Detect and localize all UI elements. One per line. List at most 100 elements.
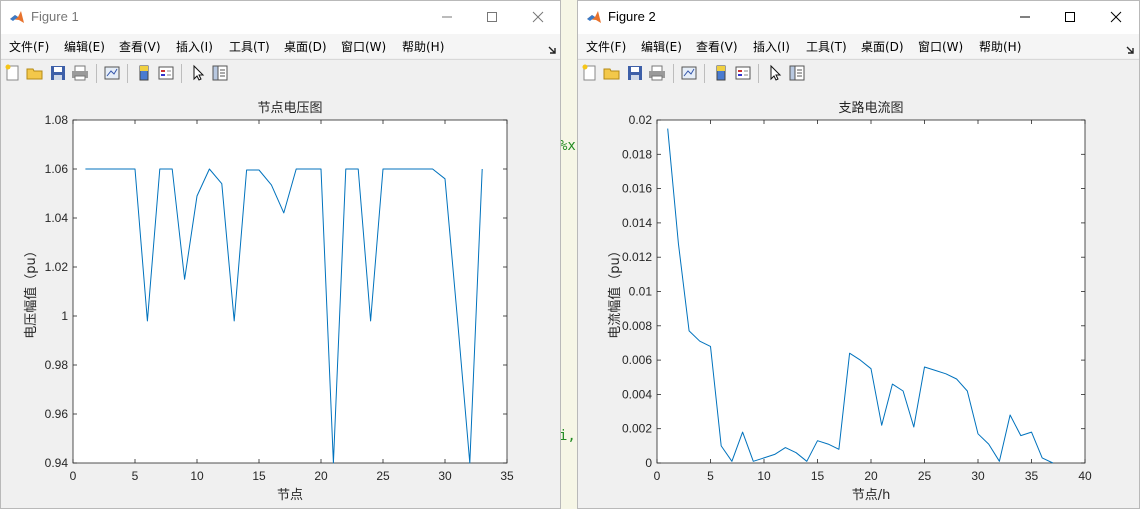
matlab-icon <box>9 9 25 25</box>
matlab-icon <box>586 9 602 25</box>
pointer-icon[interactable] <box>189 64 207 82</box>
x-tick-label: 25 <box>376 469 390 483</box>
figure-window[interactable]: Figure 1 文件(F) 编辑(E) 查看(V) 插入(I) 工具(T) 桌… <box>0 0 561 509</box>
background-code-fragment: i, <box>559 428 576 444</box>
save-icon[interactable] <box>49 64 67 82</box>
y-tick-label: 0.018 <box>622 147 652 161</box>
menu-view[interactable]: 查看(V) <box>119 38 161 55</box>
menu-edit[interactable]: 编辑(E) <box>641 38 682 55</box>
dock-arrow-icon[interactable] <box>548 40 558 54</box>
x-tick-label: 35 <box>500 469 514 483</box>
x-tick-label: 5 <box>132 469 139 483</box>
close-button[interactable] <box>1106 8 1126 26</box>
toolbar-separator <box>181 64 182 83</box>
save-icon[interactable] <box>626 64 644 82</box>
chart-title: 支路电流图 <box>838 100 903 116</box>
minimize-button[interactable] <box>1015 8 1035 26</box>
close-button[interactable] <box>528 8 548 26</box>
menu-insert[interactable]: 插入(I) <box>176 38 213 55</box>
y-tick-label: 0.012 <box>622 250 652 264</box>
menu-insert[interactable]: 插入(I) <box>753 38 790 55</box>
x-tick-label: 20 <box>314 469 328 483</box>
menu-tools[interactable]: 工具(T) <box>806 38 847 55</box>
x-tick-label: 30 <box>438 469 452 483</box>
chart-canvas[interactable]: 0 5 10 15 20 25 30 35 40 0 0.002 0.004 0.006 0.008 0.0… <box>578 88 1140 509</box>
property-inspector-icon[interactable] <box>788 64 806 82</box>
link-plot-icon[interactable] <box>680 64 698 82</box>
minimize-button[interactable] <box>437 8 457 26</box>
title-bar[interactable]: Figure 1 <box>1 1 560 34</box>
menu-file[interactable]: 文件(F) <box>586 38 626 55</box>
maximize-button[interactable] <box>482 8 502 26</box>
y-tick-label: 0.98 <box>45 358 69 372</box>
x-tick-label: 5 <box>707 469 714 483</box>
x-tick-label: 15 <box>252 469 266 483</box>
title-bar[interactable]: Figure 2 <box>578 1 1139 34</box>
y-tick-label: 1 <box>61 309 68 323</box>
open-file-icon[interactable] <box>603 64 621 82</box>
x-tick-label: 35 <box>1025 469 1039 483</box>
menu-help[interactable]: 帮助(H) <box>979 38 1021 55</box>
menu-help[interactable]: 帮助(H) <box>402 38 444 55</box>
new-figure-icon[interactable] <box>4 64 22 82</box>
property-inspector-icon[interactable] <box>211 64 229 82</box>
menu-view[interactable]: 查看(V) <box>696 38 738 55</box>
window-title: Figure 2 <box>608 9 656 24</box>
toolbar-separator <box>673 64 674 83</box>
toolbar-separator <box>96 64 97 83</box>
chart-title: 节点电压图 <box>257 101 322 116</box>
x-tick-label: 25 <box>918 469 932 483</box>
plot-area[interactable]: 0 5 10 15 20 25 30 35 40 0 0.002 0.004 0.006 0.008 0.0… <box>578 88 1139 508</box>
x-tick-label: 0 <box>70 469 77 483</box>
x-tick-label: 30 <box>971 469 985 483</box>
x-tick-label: 0 <box>654 469 661 483</box>
axes-box <box>656 119 1086 464</box>
y-axis-label: 电压幅值（pu） <box>23 244 39 339</box>
open-file-icon[interactable] <box>26 64 44 82</box>
menu-file[interactable]: 文件(F) <box>9 38 49 55</box>
colorbar-icon[interactable] <box>135 64 153 82</box>
window-title: Figure 1 <box>31 9 79 24</box>
plot-area[interactable]: 0 5 10 15 20 25 30 35 0.94 0.96 0.98 1 1.02 1.04 1.06 1… <box>1 88 560 508</box>
figure-toolbar <box>578 59 1139 89</box>
axes-box <box>72 119 508 464</box>
x-axis-label: 节点/h <box>852 488 891 503</box>
dock-arrow-icon[interactable] <box>1126 40 1136 54</box>
maximize-button[interactable] <box>1060 8 1080 26</box>
print-icon[interactable] <box>71 64 89 82</box>
legend-icon[interactable] <box>734 64 752 82</box>
x-tick-label: 20 <box>864 469 878 483</box>
y-tick-label: 0.014 <box>622 216 652 230</box>
y-axis-label: 电流幅值（pu） <box>607 244 623 339</box>
menu-desktop[interactable]: 桌面(D) <box>861 38 904 55</box>
legend-icon[interactable] <box>157 64 175 82</box>
chart-canvas[interactable]: 0 5 10 15 20 25 30 35 0.94 0.96 0.98 1 1.02 1.04 1.06 1… <box>1 88 561 509</box>
x-tick-label: 40 <box>1078 469 1092 483</box>
menu-tools[interactable]: 工具(T) <box>229 38 270 55</box>
pointer-icon[interactable] <box>766 64 784 82</box>
background-code-fragment: %x <box>559 138 576 154</box>
figure-toolbar <box>1 59 560 89</box>
toolbar-separator <box>758 64 759 83</box>
menu-desktop[interactable]: 桌面(D) <box>284 38 327 55</box>
menu-window[interactable]: 窗口(W) <box>341 38 386 55</box>
y-tick-label: 0.02 <box>629 113 653 127</box>
y-tick-label: 0.006 <box>622 353 652 367</box>
y-tick-label: 0.01 <box>629 285 653 299</box>
print-icon[interactable] <box>648 64 666 82</box>
y-tick-label: 0.008 <box>622 319 652 333</box>
menu-bar: 文件(F) 编辑(E) 查看(V) 插入(I) 工具(T) 桌面(D) 窗口(W… <box>578 34 1139 58</box>
toolbar-separator <box>704 64 705 83</box>
menu-edit[interactable]: 编辑(E) <box>64 38 105 55</box>
x-tick-label: 10 <box>190 469 204 483</box>
figure-window[interactable]: Figure 2 文件(F) 编辑(E) 查看(V) 插入(I) 工具(T) 桌… <box>577 0 1140 509</box>
menu-window[interactable]: 窗口(W) <box>918 38 963 55</box>
y-tick-label: 1.02 <box>45 260 69 274</box>
y-tick-label: 0.004 <box>622 387 652 401</box>
y-tick-label: 1.08 <box>45 113 69 127</box>
link-plot-icon[interactable] <box>103 64 121 82</box>
x-tick-label: 15 <box>811 469 825 483</box>
new-figure-icon[interactable] <box>581 64 599 82</box>
y-tick-label: 0 <box>645 456 652 470</box>
colorbar-icon[interactable] <box>712 64 730 82</box>
